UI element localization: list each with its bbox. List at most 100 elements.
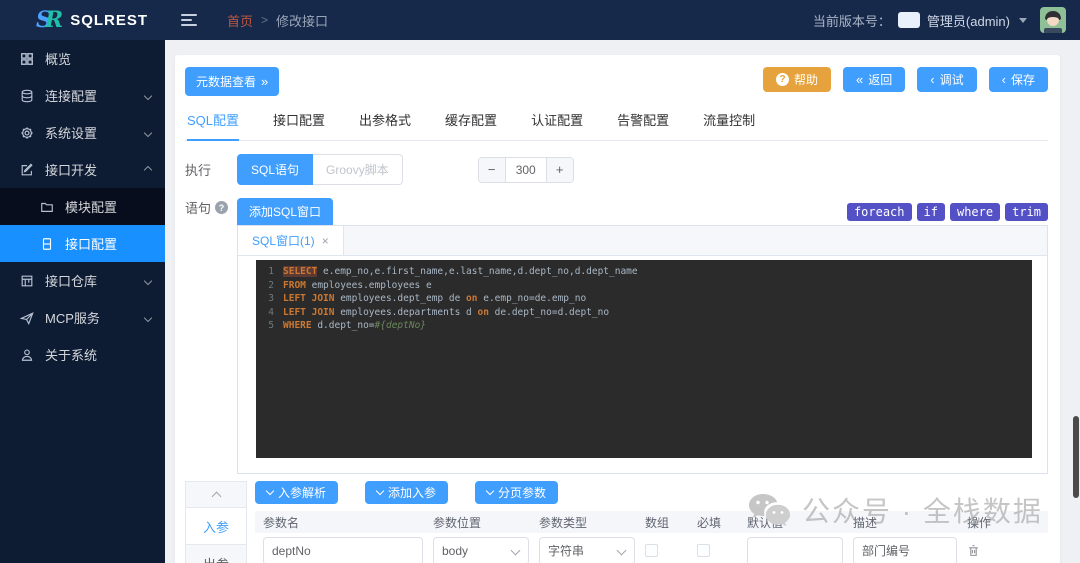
edit-icon [20,162,35,177]
chevron-down-icon[interactable] [1019,18,1027,23]
breadcrumb-current: 修改接口 [276,11,328,30]
sidebar-item-mcp-service[interactable]: MCP服务 [0,299,165,336]
logo-monogram-icon: SR [36,9,63,31]
param-position-select[interactable]: body [433,537,529,563]
tab-cache-config[interactable]: 缓存配置 [445,110,497,140]
debug-button[interactable]: ‹ 调试 [917,67,976,92]
tag-where[interactable]: where [950,203,1000,221]
tab-auth-config[interactable]: 认证配置 [531,110,583,140]
menu-toggle-icon[interactable] [181,14,199,26]
add-param-label: 添加入参 [388,484,436,501]
param-position-value: body [442,544,468,558]
chevron-down-icon [617,545,627,555]
sql-window-tab[interactable]: SQL窗口(1) × [238,226,344,255]
stepper-plus-button[interactable]: + [547,158,573,182]
version-label: 当前版本号： [813,11,891,30]
toggle-groovy-script[interactable]: Groovy脚本 [313,154,403,185]
tab-input-params[interactable]: 入参 [185,508,247,545]
question-icon: ? [776,73,789,86]
param-type-select[interactable]: 字符串 [539,537,635,563]
help-button[interactable]: ? 帮助 [763,67,831,92]
double-arrow-right-icon: » [261,75,268,88]
dynamic-sql-tags: foreach if where trim [847,203,1048,221]
statement-label: 语句 ? [185,198,237,217]
tag-if[interactable]: if [917,203,945,221]
sidebar-item-about[interactable]: 关于系统 [0,336,165,373]
sidebar-item-api-dev[interactable]: 接口开发 [0,151,165,188]
required-checkbox[interactable] [697,544,710,557]
sidebar-item-overview[interactable]: 概览 [0,40,165,77]
sidebar-item-label: 连接配置 [45,86,97,105]
parse-params-button[interactable]: 入参解析 [255,481,338,504]
scrollbar-thumb[interactable] [1073,416,1079,498]
angle-left-icon: ‹ [930,73,934,86]
line-number: 1 [256,265,274,279]
tab-output-params[interactable]: 出参 [185,545,247,563]
tag-foreach[interactable]: foreach [847,203,912,221]
stepper-minus-button[interactable]: − [479,158,505,182]
tab-alert-config[interactable]: 告警配置 [617,110,669,140]
sidebar-item-label: 系统设置 [45,123,97,142]
collapse-up-button[interactable] [185,481,247,508]
toggle-sql-statement[interactable]: SQL语句 [237,154,313,185]
file-icon [40,236,55,251]
col-param-type: 参数类型 [539,514,635,531]
tab-api-config[interactable]: 接口配置 [273,110,325,140]
back-button[interactable]: « 返回 [843,67,905,92]
add-param-button[interactable]: 添加入参 [365,481,448,504]
config-tabs: SQL配置 接口配置 出参格式 缓存配置 认证配置 告警配置 流量控制 [185,110,1048,141]
param-side-tabs: 入参 出参 [185,481,247,563]
stepper-value[interactable]: 300 [505,158,547,182]
chevron-up-icon [144,165,152,173]
tab-sql-config[interactable]: SQL配置 [187,110,239,141]
sidebar-item-system-settings[interactable]: 系统设置 [0,114,165,151]
sidebar-item-api-repo[interactable]: 接口仓库 [0,262,165,299]
line-number: 2 [256,279,274,293]
add-sql-window-button[interactable]: 添加SQL窗口 [237,198,333,225]
sidebar-item-module-config[interactable]: 模块配置 [0,188,165,225]
breadcrumb-home-link[interactable]: 首页 [227,11,253,30]
question-icon[interactable]: ? [215,201,228,214]
sidebar-item-label: MCP服务 [45,308,100,327]
sidebar-item-label: 模块配置 [65,197,117,216]
save-label: 保存 [1011,71,1035,88]
archive-icon [20,273,35,288]
page-scrollbar[interactable] [1073,0,1079,563]
paging-params-button[interactable]: 分页参数 [475,481,558,504]
double-arrow-left-icon: « [856,73,863,86]
user-menu[interactable]: 管理员(admin) [927,11,1010,30]
chevron-down-icon [144,313,152,321]
tab-output-format[interactable]: 出参格式 [359,110,411,140]
param-desc-input[interactable] [853,537,957,563]
line-number: 4 [256,306,274,320]
tab-traffic-control[interactable]: 流量控制 [703,110,755,140]
breadcrumb-separator: > [261,13,268,27]
metadata-view-button[interactable]: 元数据查看 » [185,67,279,96]
col-actions: 操作 [967,514,1040,531]
exec-type-toggle: SQL语句 Groovy脚本 [237,154,403,185]
sidebar-item-connections[interactable]: 连接配置 [0,77,165,114]
sidebar-item-label: 接口仓库 [45,271,97,290]
param-name-input[interactable] [263,537,423,563]
tag-trim[interactable]: trim [1005,203,1048,221]
param-default-input[interactable] [747,537,843,563]
close-icon[interactable]: × [322,234,329,248]
sql-code-line: 4LEFT JOIN employees.departments d on de… [256,306,1032,320]
avatar[interactable] [1040,7,1066,33]
back-label: 返回 [868,71,892,88]
sql-window-tabbar: SQL窗口(1) × [238,226,1047,256]
timeout-stepper: − 300 + [478,157,574,183]
sql-code-editor[interactable]: 1SELECT e.emp_no,e.first_name,e.last_nam… [256,260,1032,458]
help-label: 帮助 [794,71,818,88]
param-table-row: body 字符串 [255,533,1048,563]
col-param-name: 参数名 [263,514,423,531]
content-card: 元数据查看 » ? 帮助 « 返回 ‹ 调试 ‹ 保存 SQL配置 接口配置 出 [175,55,1060,563]
chevron-up-icon [211,492,221,502]
sidebar-item-api-config[interactable]: 接口配置 [0,225,165,262]
sidebar-item-label: 关于系统 [45,345,97,364]
array-checkbox[interactable] [645,544,658,557]
delete-button[interactable] [967,544,1040,557]
database-icon [20,88,35,103]
save-button[interactable]: ‹ 保存 [989,67,1048,92]
chevron-down-icon [266,487,274,495]
